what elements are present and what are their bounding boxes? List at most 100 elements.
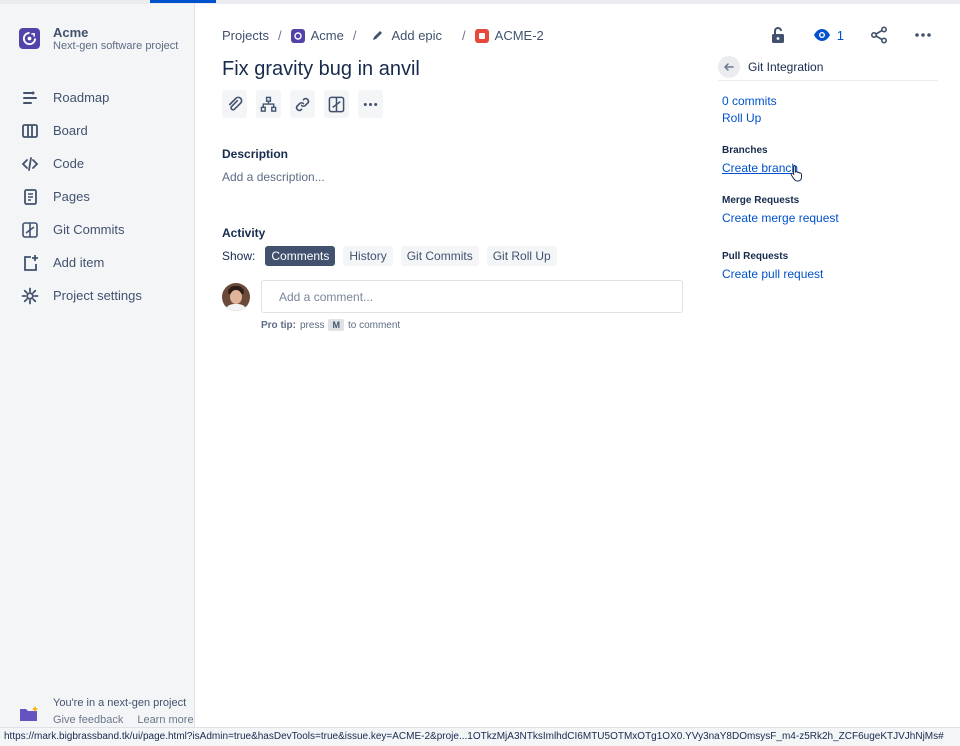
more-tools-button[interactable] <box>358 90 383 118</box>
more-icon <box>363 102 378 106</box>
git-integration-button[interactable] <box>324 90 349 118</box>
breadcrumb-project[interactable]: Acme <box>290 28 344 43</box>
breadcrumb-project-label: Acme <box>310 28 344 43</box>
create-merge-request-link[interactable]: Create merge request <box>722 211 839 225</box>
avatar <box>222 283 250 311</box>
back-button[interactable] <box>718 56 740 78</box>
sidebar-item-project-settings[interactable]: Project settings <box>0 279 194 312</box>
description-heading: Description <box>222 147 289 161</box>
create-branch-link[interactable]: Create branch <box>722 161 798 175</box>
rollup-link[interactable]: Roll Up <box>722 111 761 125</box>
sidebar-item-label: Add item <box>53 255 105 270</box>
add-epic-button[interactable]: Add epic <box>371 28 442 43</box>
sidebar-item-add-item[interactable]: Add item <box>0 246 194 279</box>
protip-label: Pro tip: <box>261 319 296 331</box>
git-integration-icon <box>328 96 345 112</box>
child-issue-button[interactable] <box>256 90 281 118</box>
more-icon <box>915 33 931 37</box>
issue-title[interactable]: Fix gravity bug in anvil <box>222 58 420 81</box>
project-header[interactable]: Acme Next-gen software project <box>19 26 178 53</box>
project-type: Next-gen software project <box>53 40 179 52</box>
git-commits-icon <box>20 220 40 240</box>
hand-cursor-icon <box>790 165 802 182</box>
breadcrumb-projects[interactable]: Projects <box>222 28 269 43</box>
activity-heading: Activity <box>222 226 266 240</box>
sidebar-item-roadmap[interactable]: Roadmap <box>0 81 194 114</box>
share-icon <box>870 26 888 44</box>
sidebar-item-code[interactable]: Code <box>0 147 194 180</box>
sidebar-nav: Roadmap Board Code Pages Git Commits Add… <box>0 81 194 312</box>
sidebar-item-label: Git Commits <box>53 222 125 237</box>
breadcrumb: Projects / Acme / Add epic / ACME-2 <box>222 28 544 43</box>
status-bar-url: https://mark.bigbrassband.tk/ui/page.htm… <box>0 727 960 746</box>
pencil-icon <box>373 30 383 40</box>
add-item-icon <box>20 253 40 273</box>
sidebar-item-label: Code <box>53 156 85 171</box>
commits-link[interactable]: 0 commits <box>722 94 777 108</box>
gear-icon <box>20 286 40 306</box>
eye-icon <box>813 29 830 41</box>
sidebar-item-pages[interactable]: Pages <box>0 180 194 213</box>
code-icon <box>20 154 40 174</box>
description-field[interactable]: Add a description... <box>222 170 325 184</box>
project-name: Acme <box>53 25 89 40</box>
watch-count: 1 <box>836 27 844 43</box>
filter-git-commits[interactable]: Git Commits <box>400 246 479 266</box>
pages-icon <box>20 187 40 207</box>
git-integration-panel: Git Integration 0 commits Roll Up Branch… <box>718 56 938 281</box>
branches-heading: Branches <box>722 145 768 156</box>
attach-button[interactable] <box>222 90 247 118</box>
add-epic-label: Add epic <box>391 28 443 43</box>
breadcrumb-issue[interactable]: ACME-2 <box>474 28 544 43</box>
next-gen-message: You're in a next-gen project <box>53 697 187 709</box>
pull-requests-heading: Pull Requests <box>722 251 789 262</box>
panel-header: Git Integration <box>718 56 938 81</box>
top-progress-active <box>150 0 216 3</box>
create-pull-request-link[interactable]: Create pull request <box>722 267 823 281</box>
sidebar-item-label: Pages <box>53 189 90 204</box>
breadcrumb-issue-key: ACME-2 <box>494 28 544 43</box>
filter-history[interactable]: History <box>343 246 393 266</box>
lock-icon <box>771 27 784 43</box>
breadcrumb-separator: / <box>277 28 282 43</box>
protip-rest: to comment <box>347 319 401 331</box>
protip: Pro tip: press M to comment <box>261 319 400 331</box>
sidebar-item-board[interactable]: Board <box>0 114 194 147</box>
hierarchy-icon <box>260 96 277 112</box>
link-icon <box>295 97 310 111</box>
breadcrumb-separator: / <box>462 28 466 43</box>
protip-press: press <box>300 319 325 331</box>
share-button[interactable] <box>870 26 888 44</box>
comment-input[interactable]: Add a comment... <box>261 280 683 313</box>
watch-button[interactable]: 1 <box>813 26 844 44</box>
arrow-left-icon <box>723 63 734 71</box>
project-avatar-icon <box>19 28 40 49</box>
sidebar-item-label: Board <box>53 123 88 138</box>
panel-title: Git Integration <box>748 60 824 74</box>
issue-actions: 1 <box>743 26 932 44</box>
roadmap-icon <box>20 88 40 108</box>
paperclip-icon <box>228 96 243 111</box>
protip-key: M <box>328 319 344 331</box>
sidebar: Acme Next-gen software project Roadmap B… <box>0 4 195 746</box>
sidebar-footer: You're in a next-gen project Give feedba… <box>19 696 194 726</box>
more-button[interactable] <box>914 26 932 44</box>
sidebar-item-git-commits[interactable]: Git Commits <box>0 213 194 246</box>
project-mini-icon <box>290 28 305 43</box>
board-icon <box>20 121 40 141</box>
learn-more-link[interactable]: Learn more <box>137 714 193 726</box>
filter-comments[interactable]: Comments <box>265 246 336 266</box>
give-feedback-link[interactable]: Give feedback <box>53 714 123 726</box>
merge-requests-heading: Merge Requests <box>722 195 800 206</box>
breadcrumb-separator: / <box>352 28 357 43</box>
folder-sparkle-icon <box>20 706 38 721</box>
issue-toolbar <box>222 90 392 118</box>
sidebar-item-label: Roadmap <box>53 90 110 105</box>
filter-git-roll-up[interactable]: Git Roll Up <box>486 246 557 266</box>
link-issue-button[interactable] <box>290 90 315 118</box>
bug-icon <box>474 28 489 43</box>
show-label: Show: <box>222 249 256 263</box>
sidebar-item-label: Project settings <box>53 288 142 303</box>
activity-filters: Show: Comments History Git Commits Git R… <box>222 246 565 266</box>
lock-button[interactable] <box>769 26 787 44</box>
